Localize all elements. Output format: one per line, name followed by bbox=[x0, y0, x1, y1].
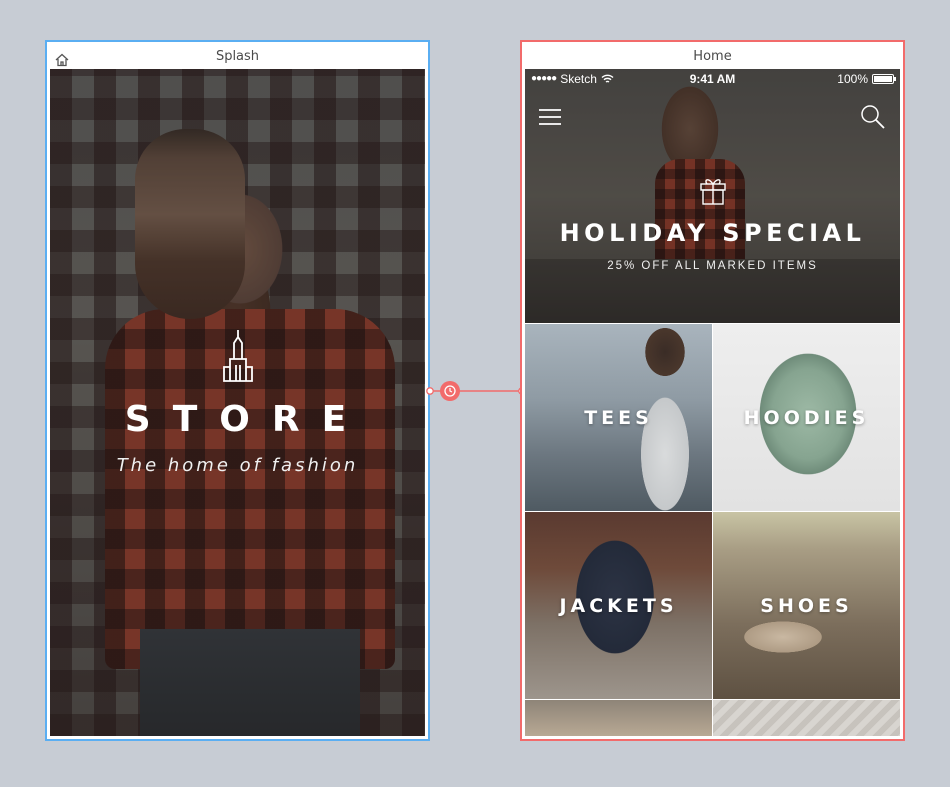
prototype-link[interactable] bbox=[425, 378, 525, 404]
category-label: SHOES bbox=[760, 594, 853, 617]
hamburger-menu-icon[interactable] bbox=[539, 109, 561, 125]
artboard-title-text: Home bbox=[693, 49, 732, 64]
building-logo-icon bbox=[223, 330, 253, 382]
artboard-title: Splash bbox=[47, 42, 428, 69]
category-tile-partial[interactable] bbox=[713, 700, 900, 736]
category-tile-shoes[interactable]: SHOES bbox=[713, 512, 900, 699]
artboard-title: Home bbox=[522, 42, 903, 69]
home-artboard[interactable]: Home ●●●●● Sketch 9:41 AM 100% HOLIDAY S… bbox=[520, 40, 905, 741]
link-timer-icon bbox=[440, 381, 460, 401]
category-tile-jackets[interactable]: JACKETS bbox=[525, 512, 712, 699]
category-label: TEES bbox=[584, 406, 653, 429]
status-bar: ●●●●● Sketch 9:41 AM 100% bbox=[525, 69, 900, 89]
category-tile-partial[interactable] bbox=[525, 700, 712, 736]
splash-screen: STORE The home of fashion bbox=[50, 69, 425, 736]
hero-subtitle: 25% OFF ALL MARKED ITEMS bbox=[607, 260, 818, 272]
splash-artboard[interactable]: Splash STORE The home of fashion bbox=[45, 40, 430, 741]
gift-icon bbox=[700, 179, 726, 205]
brand-tagline: The home of fashion bbox=[116, 455, 359, 476]
home-screen: ●●●●● Sketch 9:41 AM 100% HOLIDAY SPECIA… bbox=[525, 69, 900, 736]
category-tile-hoodies[interactable]: HOODIES bbox=[713, 324, 900, 511]
battery-icon bbox=[872, 74, 896, 84]
category-label: HOODIES bbox=[743, 406, 870, 429]
brand-title: STORE bbox=[124, 399, 369, 440]
category-tile-tees[interactable]: TEES bbox=[525, 324, 712, 511]
battery-percent: 100% bbox=[837, 72, 868, 86]
home-icon bbox=[55, 49, 69, 67]
category-label: JACKETS bbox=[559, 594, 678, 617]
artboard-title-text: Splash bbox=[215, 49, 260, 64]
hero-title: HOLIDAY SPECIAL bbox=[559, 219, 866, 247]
search-icon[interactable] bbox=[860, 104, 886, 130]
status-right: 100% bbox=[837, 69, 896, 89]
